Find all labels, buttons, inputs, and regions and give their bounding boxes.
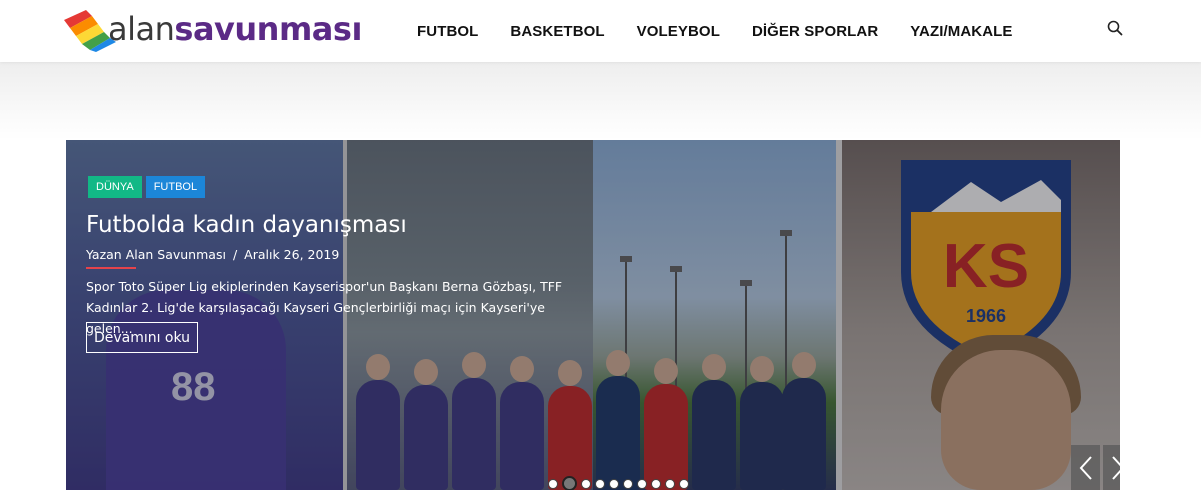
nav-item-diger-sporlar[interactable]: DİĞER SPORLAR bbox=[752, 23, 878, 40]
slider-dot-active[interactable] bbox=[562, 476, 577, 490]
logo-text-part2: savunması bbox=[174, 10, 362, 48]
logo-text-part1: alan bbox=[108, 10, 175, 48]
site-header: alansavunması FUTBOL BASKETBOL VOLEYBOL … bbox=[0, 0, 1201, 62]
tag-futbol[interactable]: FUTBOL bbox=[145, 176, 206, 198]
slider-dot[interactable] bbox=[637, 478, 647, 489]
slider-dot[interactable] bbox=[623, 478, 633, 489]
slide-title[interactable]: Futbolda kadın dayanışması bbox=[86, 212, 407, 238]
slider-dots bbox=[546, 476, 691, 490]
slide-tags: DÜNYA FUTBOL bbox=[88, 176, 209, 198]
featured-slider[interactable]: 88 KS 1966 DÜNYA FUTBOL Futbolda kadın d… bbox=[66, 140, 1120, 490]
slider-dot[interactable] bbox=[679, 478, 689, 489]
meta-underline bbox=[86, 267, 136, 269]
slider-dot[interactable] bbox=[581, 478, 591, 489]
nav-item-futbol[interactable]: FUTBOL bbox=[417, 23, 478, 40]
main-nav: FUTBOL BASKETBOL VOLEYBOL DİĞER SPORLAR … bbox=[417, 0, 1045, 62]
slider-dot[interactable] bbox=[548, 478, 558, 489]
slider-dot[interactable] bbox=[609, 478, 619, 489]
site-logo[interactable]: alansavunması bbox=[62, 4, 372, 54]
slider-dot[interactable] bbox=[595, 478, 605, 489]
slider-prev-button[interactable] bbox=[1071, 445, 1100, 490]
chevron-right-icon bbox=[1111, 455, 1120, 480]
slider-next-button[interactable] bbox=[1103, 445, 1120, 490]
slide-date: Aralık 26, 2019 bbox=[244, 247, 340, 262]
nav-item-yazi-makale[interactable]: YAZI/MAKALE bbox=[910, 23, 1012, 40]
slider-dot[interactable] bbox=[665, 478, 675, 489]
read-more-button[interactable]: Devamını oku bbox=[86, 322, 198, 353]
nav-item-basketbol[interactable]: BASKETBOL bbox=[510, 23, 604, 40]
nav-item-voleybol[interactable]: VOLEYBOL bbox=[637, 23, 720, 40]
slide-meta: Yazan Alan Savunması / Aralık 26, 2019 bbox=[86, 247, 339, 262]
slide-author[interactable]: Yazan Alan Savunması bbox=[86, 247, 226, 262]
logo-text: alansavunması bbox=[108, 7, 362, 51]
meta-separator: / bbox=[232, 247, 238, 262]
tag-dunya[interactable]: DÜNYA bbox=[88, 176, 142, 198]
slider-dot[interactable] bbox=[651, 478, 661, 489]
chevron-left-icon bbox=[1079, 455, 1092, 480]
search-icon[interactable] bbox=[1106, 19, 1124, 37]
header-shadow-band bbox=[0, 62, 1201, 140]
